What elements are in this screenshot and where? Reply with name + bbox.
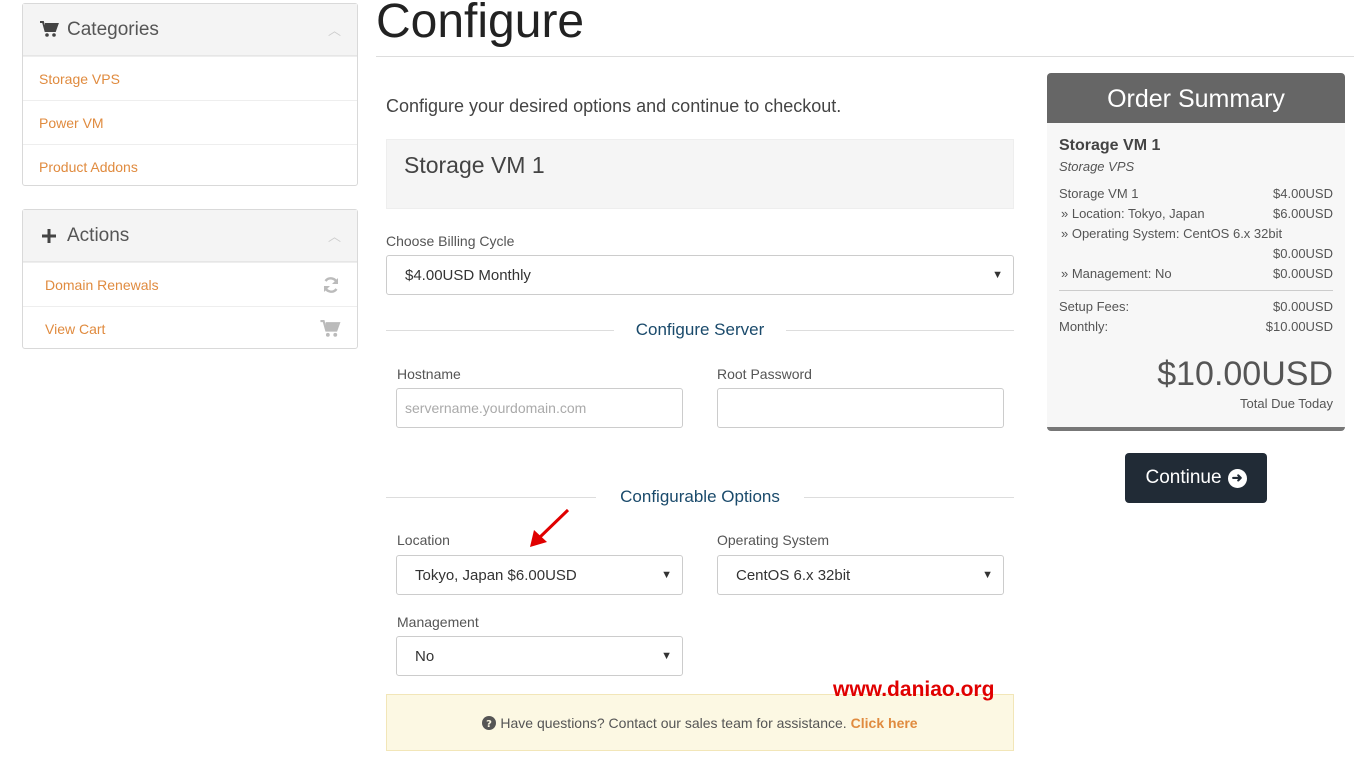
billing-cycle-value: $4.00USD Monthly: [405, 266, 531, 284]
monthly-amount: $10.00USD: [1265, 319, 1333, 334]
summary-product-group: Storage VPS: [1059, 159, 1135, 174]
page-intro: Configure your desired options and conti…: [386, 96, 842, 116]
categories-panel-title: Categories: [67, 18, 159, 40]
root-password-input[interactable]: [717, 388, 1004, 428]
page-title: Configure: [376, 0, 585, 48]
help-alert: ? Have questions? Contact our sales team…: [386, 694, 1014, 751]
dropdown-caret-icon: ▼: [661, 569, 672, 581]
continue-button[interactable]: Continue ➜: [1125, 453, 1267, 503]
sidebar-item-label: View Cart: [45, 320, 106, 337]
help-link[interactable]: Click here: [851, 715, 918, 731]
svg-text:?: ?: [486, 719, 492, 730]
setup-fees-amount: $0.00USD: [1273, 299, 1333, 314]
summary-total-label: Total Due Today: [1240, 396, 1333, 411]
location-label: Location: [397, 532, 450, 548]
summary-line-amount: $4.00USD: [1273, 186, 1333, 201]
summary-line: Storage VM 1 $4.00USD: [1059, 184, 1333, 204]
summary-line: $0.00USD: [1059, 244, 1333, 264]
dropdown-caret-icon: ▼: [982, 569, 993, 581]
annotation-arrow-icon: [530, 508, 570, 547]
management-value: No: [415, 647, 435, 665]
location-select[interactable]: Tokyo, Japan $6.00USD ▼: [396, 555, 683, 595]
summary-line-label: » Operating System: CentOS 6.x 32bit: [1061, 226, 1283, 241]
operating-system-select[interactable]: CentOS 6.x 32bit ▼: [717, 555, 1004, 595]
summary-line-label: Storage VM 1: [1059, 186, 1139, 201]
chevron-up-icon[interactable]: ︿: [328, 226, 341, 245]
cart-icon: [39, 20, 59, 40]
summary-line-amount: $6.00USD: [1273, 206, 1333, 221]
configure-server-heading: Configure Server: [386, 320, 1014, 340]
order-summary-title: Order Summary: [1047, 73, 1345, 123]
sidebar-item-label: Product Addons: [39, 158, 138, 175]
actions-panel-title: Actions: [67, 224, 130, 246]
title-divider: [376, 56, 1354, 57]
summary-line-amount: $0.00USD: [1273, 266, 1333, 281]
categories-panel-header[interactable]: Categories ︿: [23, 4, 357, 56]
operating-system-label: Operating System: [717, 532, 830, 548]
sidebar-item-view-cart[interactable]: View Cart: [23, 306, 357, 350]
configure-server-heading-text: Configure Server: [635, 320, 765, 339]
summary-total-amount: $10.00USD: [1157, 355, 1333, 393]
sidebar-item-label: Domain Renewals: [45, 276, 159, 293]
sidebar-item-power-vm[interactable]: Power VM: [23, 100, 357, 144]
billing-cycle-label: Choose Billing Cycle: [386, 233, 515, 249]
refresh-icon: [321, 275, 341, 295]
summary-setup-fees: Setup Fees: $0.00USD: [1059, 297, 1333, 317]
arrow-circle-right-icon: ➜: [1227, 468, 1247, 488]
order-summary-panel: Order Summary Storage VM 1 Storage VPS S…: [1047, 73, 1345, 431]
chevron-up-icon[interactable]: ︿: [328, 20, 341, 39]
product-header: Storage VM 1: [386, 139, 1014, 209]
question-circle-icon: ?: [482, 715, 497, 730]
summary-line: » Management: No $0.00USD: [1059, 264, 1333, 284]
sidebar-item-label: Power VM: [39, 114, 104, 131]
management-label: Management: [397, 614, 479, 630]
sidebar-item-domain-renewals[interactable]: Domain Renewals: [23, 262, 357, 306]
billing-cycle-select[interactable]: $4.00USD Monthly ▼: [386, 255, 1014, 295]
setup-fees-label: Setup Fees:: [1059, 299, 1130, 314]
help-text: Have questions? Contact our sales team f…: [500, 714, 847, 731]
sidebar-item-storage-vps[interactable]: Storage VPS: [23, 56, 357, 100]
summary-line: » Location: Tokyo, Japan $6.00USD: [1059, 204, 1333, 224]
dropdown-caret-icon: ▼: [661, 650, 672, 662]
watermark-text: www.daniao.org: [833, 678, 995, 701]
configurable-options-heading-text: Configurable Options: [620, 487, 780, 506]
operating-system-value: CentOS 6.x 32bit: [736, 566, 851, 584]
dropdown-caret-icon: ▼: [992, 269, 1003, 281]
hostname-label: Hostname: [397, 366, 461, 382]
root-password-label: Root Password: [717, 366, 812, 382]
summary-product-name: Storage VM 1: [1059, 137, 1161, 154]
plus-icon: [39, 226, 59, 246]
summary-monthly: Monthly: $10.00USD: [1059, 317, 1333, 337]
product-name: Storage VM 1: [404, 152, 545, 178]
sidebar-item-product-addons[interactable]: Product Addons: [23, 144, 357, 188]
summary-line: » Operating System: CentOS 6.x 32bit: [1059, 224, 1333, 244]
actions-panel-header[interactable]: Actions ︿: [23, 210, 357, 262]
configurable-options-heading: Configurable Options: [386, 487, 1014, 507]
management-select[interactable]: No ▼: [396, 636, 683, 676]
hostname-input[interactable]: [396, 388, 683, 428]
summary-line-amount: $0.00USD: [1273, 246, 1333, 261]
summary-line-label: » Location: Tokyo, Japan: [1061, 206, 1205, 221]
sidebar-item-label: Storage VPS: [39, 70, 120, 87]
location-value: Tokyo, Japan $6.00USD: [415, 566, 577, 584]
summary-line-label: » Management: No: [1061, 266, 1172, 281]
categories-panel: Categories ︿ Storage VPS Power VM Produc…: [22, 3, 358, 186]
monthly-label: Monthly:: [1059, 319, 1109, 334]
cart-icon: [320, 319, 341, 338]
actions-panel: Actions ︿ Domain Renewals View Cart: [22, 209, 358, 349]
summary-divider: [1059, 290, 1333, 291]
continue-button-label: Continue: [1145, 467, 1222, 488]
